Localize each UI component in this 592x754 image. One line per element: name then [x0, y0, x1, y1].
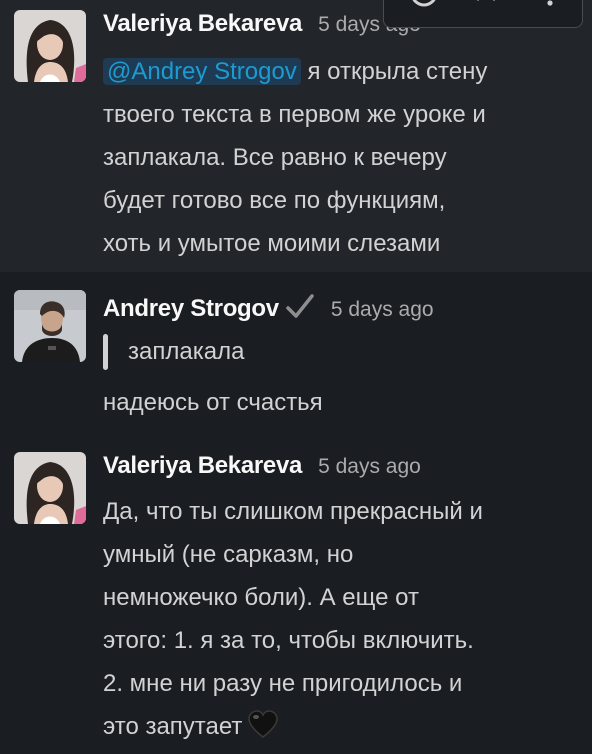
- black-heart-icon[interactable]: [248, 710, 279, 740]
- timestamp[interactable]: 5 days ago: [331, 298, 434, 322]
- emoji-reaction-icon[interactable]: [404, 0, 444, 17]
- avatar[interactable]: [14, 10, 86, 82]
- message-1[interactable]: Valeriya Bekareva 5 days ago @Andrey Str…: [0, 0, 592, 272]
- message-text: заплакала надеюсь от счастья: [103, 330, 584, 424]
- more-icon[interactable]: [530, 0, 570, 17]
- message-3[interactable]: Valeriya Bekareva 5 days ago Да, что ты …: [0, 442, 592, 752]
- timestamp[interactable]: 5 days ago: [318, 455, 421, 479]
- checkmark-icon: [285, 294, 315, 320]
- avatar-photo: [14, 290, 86, 362]
- quote-bar: [103, 333, 108, 370]
- bookmark-icon[interactable]: [466, 0, 506, 17]
- message-2[interactable]: Andrey Strogov 5 days ago заплакала наде…: [0, 272, 592, 442]
- message-text: @Andrey Strogov я открыла стену твоего т…: [103, 58, 488, 257]
- user-mention[interactable]: @Andrey Strogov: [103, 58, 301, 85]
- author-name[interactable]: Valeriya Bekareva: [103, 452, 302, 480]
- author-name[interactable]: Andrey Strogov: [103, 295, 279, 323]
- avatar-photo: [14, 10, 86, 82]
- message-text: Да, что ты слишком прекрасный и умный (н…: [103, 498, 483, 740]
- author-name[interactable]: Valeriya Bekareva: [103, 10, 302, 38]
- avatar[interactable]: [14, 452, 86, 524]
- blockquote: заплакала: [103, 330, 584, 373]
- avatar-photo: [14, 452, 86, 524]
- avatar[interactable]: [14, 290, 86, 362]
- message-actions-toolbar: [383, 0, 583, 28]
